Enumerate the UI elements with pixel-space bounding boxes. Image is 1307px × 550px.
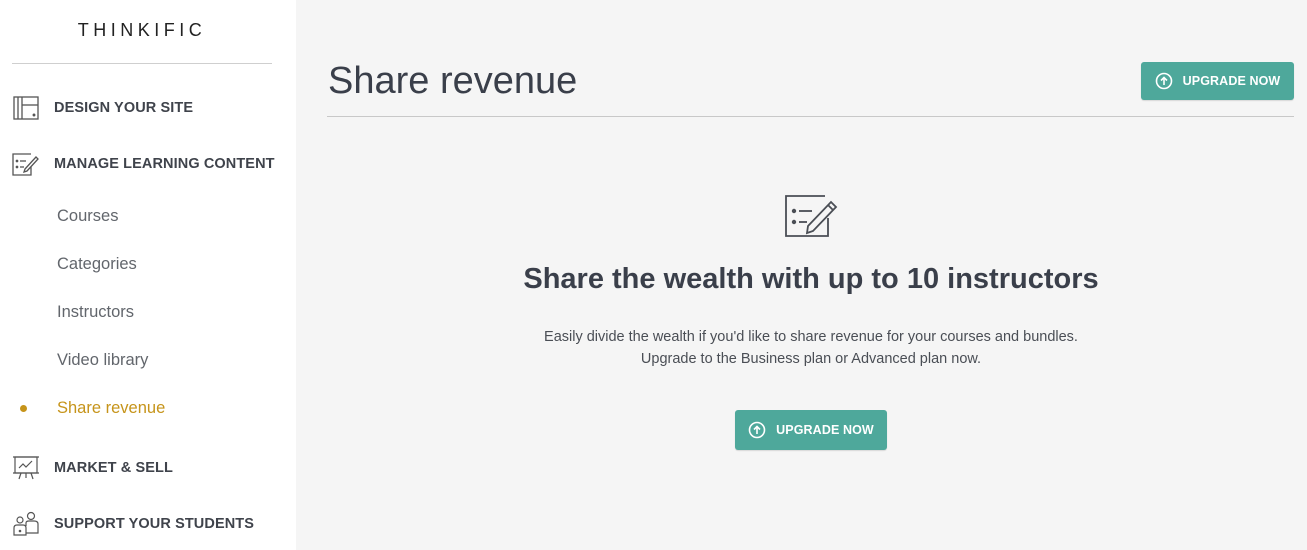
upgrade-now-label: UPGRADE NOW — [1182, 74, 1281, 88]
sidebar-item-manage-learning-content[interactable]: MANAGE LEARNING CONTENT — [0, 149, 296, 179]
sidebar-subitem-label: Share revenue — [57, 398, 166, 417]
upgrade-now-button-header[interactable]: UPGRADE NOW — [1141, 62, 1294, 100]
sidebar: THINKIFIC DESIGN YOUR SITE MANAGE LEARNI… — [0, 0, 296, 550]
title-divider — [327, 116, 1294, 117]
arrow-up-circle-icon — [748, 421, 766, 439]
page-title: Share revenue — [328, 60, 578, 102]
upgrade-now-label: UPGRADE NOW — [776, 423, 874, 437]
sidebar-subitem-share-revenue[interactable]: Share revenue — [0, 394, 296, 422]
thinkific-logo[interactable]: THINKIFIC — [0, 20, 284, 41]
sidebar-item-label: SUPPORT YOUR STUDENTS — [54, 516, 255, 532]
users-icon — [12, 510, 40, 538]
presentation-chart-icon — [12, 454, 40, 482]
arrow-up-circle-icon — [1155, 72, 1173, 90]
sidebar-item-support-your-students[interactable]: SUPPORT YOUR STUDENTS — [0, 509, 296, 539]
sidebar-subitem-label: Categories — [57, 254, 137, 273]
empty-state-description-line2: Upgrade to the Business plan or Advanced… — [640, 351, 982, 367]
sidebar-subitem-courses[interactable]: Courses — [0, 202, 296, 230]
active-indicator-dot — [20, 404, 27, 412]
sidebar-item-label: DESIGN YOUR SITE — [54, 100, 194, 116]
sidebar-subitem-video-library[interactable]: Video library — [0, 346, 296, 374]
sidebar-subitem-categories[interactable]: Categories — [0, 250, 296, 278]
sidebar-subitem-label: Instructors — [57, 302, 135, 321]
edit-list-icon — [780, 192, 840, 240]
upgrade-now-button[interactable]: UPGRADE NOW — [735, 410, 887, 450]
empty-state-description-line1: Easily divide the wealth if you'd like t… — [544, 329, 1078, 345]
sidebar-item-label: MANAGE LEARNING CONTENT — [54, 156, 275, 172]
edit-list-icon — [12, 150, 40, 178]
logo-divider — [12, 63, 272, 64]
sidebar-item-design-your-site[interactable]: DESIGN YOUR SITE — [0, 93, 296, 123]
sidebar-item-market-sell[interactable]: MARKET & SELL — [0, 453, 296, 483]
sidebar-subitem-instructors[interactable]: Instructors — [0, 298, 296, 326]
sidebar-item-label: MARKET & SELL — [54, 460, 173, 476]
empty-state-heading: Share the wealth with up to 10 instructo… — [523, 263, 1099, 295]
sidebar-subitem-label: Courses — [57, 206, 119, 225]
layout-icon — [12, 94, 40, 122]
sidebar-subitem-label: Video library — [57, 350, 149, 369]
